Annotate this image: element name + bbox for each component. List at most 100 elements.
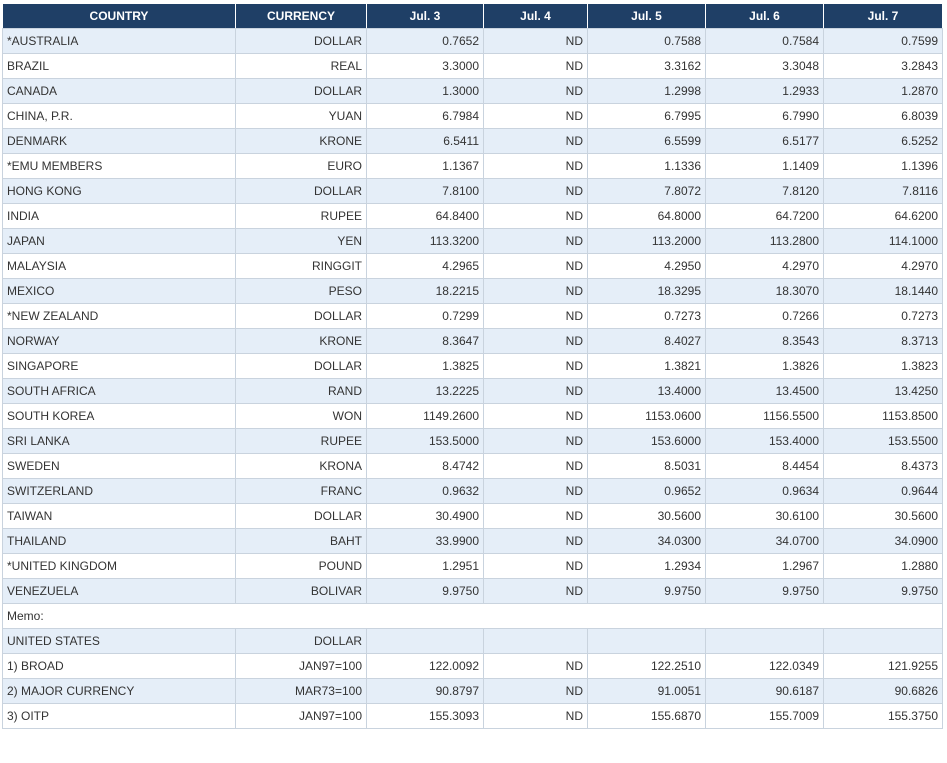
rate-cell: ND [483,328,588,354]
table-row: NORWAY KRONE 8.3647 ND 8.4027 8.3543 8.3713 [2,328,943,354]
rate-cell: 113.3200 [366,228,484,254]
table-row: SOUTH KOREA WON 1149.2600 ND 1153.0600 1156.5… [2,403,943,429]
rate-cell: 9.9750 [366,578,484,604]
rate-cell: 1149.2600 [366,403,484,429]
rate-cell: ND [483,653,588,679]
table-row: *UNITED KINGDOM POUND 1.2951 ND 1.2934 1.2967… [2,553,943,579]
rate-cell: 13.4000 [587,378,706,404]
rate-cell: ND [483,253,588,279]
country-cell: UNITED STATES [2,628,236,654]
table-row: VENEZUELA BOLIVAR 9.9750 ND 9.9750 9.9750 9.97… [2,578,943,604]
rate-cell: 0.7599 [823,28,943,54]
rate-cell: 9.9750 [823,578,943,604]
rate-cell: 8.3713 [823,328,943,354]
rate-cell: ND [483,178,588,204]
table-row: 3) OITP JAN97=100 155.3093 ND 155.6870 155.70… [2,703,943,729]
country-cell: DENMARK [2,128,236,154]
country-cell: THAILAND [2,528,236,554]
rate-cell: 1.1409 [705,153,824,179]
rate-cell: 33.9900 [366,528,484,554]
table-row: SRI LANKA RUPEE 153.5000 ND 153.6000 153.4000… [2,428,943,454]
rate-cell: 1156.5500 [705,403,824,429]
rate-cell: 6.5599 [587,128,706,154]
rate-cell: ND [483,278,588,304]
currency-cell: DOLLAR [235,28,367,54]
column-header: CURRENCY [235,3,367,29]
table-row: THAILAND BAHT 33.9900 ND 34.0300 34.0700 34.09… [2,528,943,554]
rate-cell: 0.7588 [587,28,706,54]
currency-cell: KRONE [235,128,367,154]
column-header: Jul. 4 [483,3,588,29]
rate-cell: 7.8120 [705,178,824,204]
rate-cell: ND [483,553,588,579]
rate-cell: 8.3647 [366,328,484,354]
rate-cell: 3.3000 [366,53,484,79]
rate-cell: 153.4000 [705,428,824,454]
country-cell: HONG KONG [2,178,236,204]
rate-cell: 1.3826 [705,353,824,379]
rate-cell: 1153.0600 [587,403,706,429]
rate-cell: 1.1336 [587,153,706,179]
rate-cell: 122.0092 [366,653,484,679]
currency-cell: YEN [235,228,367,254]
memo-row: Memo: [2,603,943,629]
table-row: CANADA DOLLAR 1.3000 ND 1.2998 1.2933 1.2870 [2,78,943,104]
rate-cell: 8.3543 [705,328,824,354]
country-cell: SWITZERLAND [2,478,236,504]
rate-cell: 6.8039 [823,103,943,129]
rate-cell: 7.8100 [366,178,484,204]
rate-cell: 64.8000 [587,203,706,229]
rate-cell: 1.2998 [587,78,706,104]
rate-cell: 3.3048 [705,53,824,79]
currency-cell: BAHT [235,528,367,554]
table-row: SINGAPORE DOLLAR 1.3825 ND 1.3821 1.3826 1.382… [2,353,943,379]
rate-cell: 0.9634 [705,478,824,504]
rate-cell: 121.9255 [823,653,943,679]
country-cell: CANADA [2,78,236,104]
rate-cell: ND [483,128,588,154]
table-row: CHINA, P.R. YUAN 6.7984 ND 6.7995 6.7990 6.803… [2,103,943,129]
rate-cell: 18.3070 [705,278,824,304]
column-header: Jul. 5 [587,3,706,29]
table-row: DENMARK KRONE 6.5411 ND 6.5599 6.5177 6.5252 [2,128,943,154]
currency-cell: BOLIVAR [235,578,367,604]
rate-cell: 0.9652 [587,478,706,504]
rate-cell: ND [483,678,588,704]
rate-cell: ND [483,228,588,254]
rate-cell [483,628,588,654]
rate-cell: 0.7273 [587,303,706,329]
rate-cell: 64.8400 [366,203,484,229]
rate-cell: 153.5000 [366,428,484,454]
rate-cell: ND [483,353,588,379]
rate-cell: 0.7273 [823,303,943,329]
rate-cell: ND [483,453,588,479]
rate-cell: 6.7984 [366,103,484,129]
table-row: 1) BROAD JAN97=100 122.0092 ND 122.2510 122.0… [2,653,943,679]
column-header: Jul. 6 [705,3,824,29]
rate-cell: 155.7009 [705,703,824,729]
rate-cell: 0.9632 [366,478,484,504]
rate-cell: 90.8797 [366,678,484,704]
rate-cell: 114.1000 [823,228,943,254]
rate-cell [823,628,943,654]
currency-cell: WON [235,403,367,429]
table-row: TAIWAN DOLLAR 30.4900 ND 30.5600 30.6100 30.56… [2,503,943,529]
rate-cell: 90.6826 [823,678,943,704]
rate-cell: 1.3821 [587,353,706,379]
rate-cell: 18.2215 [366,278,484,304]
currency-cell: DOLLAR [235,78,367,104]
exchange-rate-table: COUNTRY CURRENCY Jul. 3 Jul. 4 Jul. 5 Jul. 6J… [2,3,943,729]
table-row: *NEW ZEALAND DOLLAR 0.7299 ND 0.7273 0.7266 0.… [2,303,943,329]
rate-cell: 4.2970 [705,253,824,279]
memo-label: Memo: [2,603,943,629]
table-row: SOUTH AFRICA RAND 13.2225 ND 13.4000 13.4500 1… [2,378,943,404]
rate-cell: 122.0349 [705,653,824,679]
rate-cell: ND [483,428,588,454]
rate-cell: 0.7584 [705,28,824,54]
rate-cell: ND [483,153,588,179]
rate-cell: 13.2225 [366,378,484,404]
country-cell: SOUTH KOREA [2,403,236,429]
table-row: SWITZERLAND FRANC 0.9632 ND 0.9652 0.9634 0.96… [2,478,943,504]
currency-cell: EURO [235,153,367,179]
table-row: BRAZIL REAL 3.3000 ND 3.3162 3.3048 3.2843 [2,53,943,79]
